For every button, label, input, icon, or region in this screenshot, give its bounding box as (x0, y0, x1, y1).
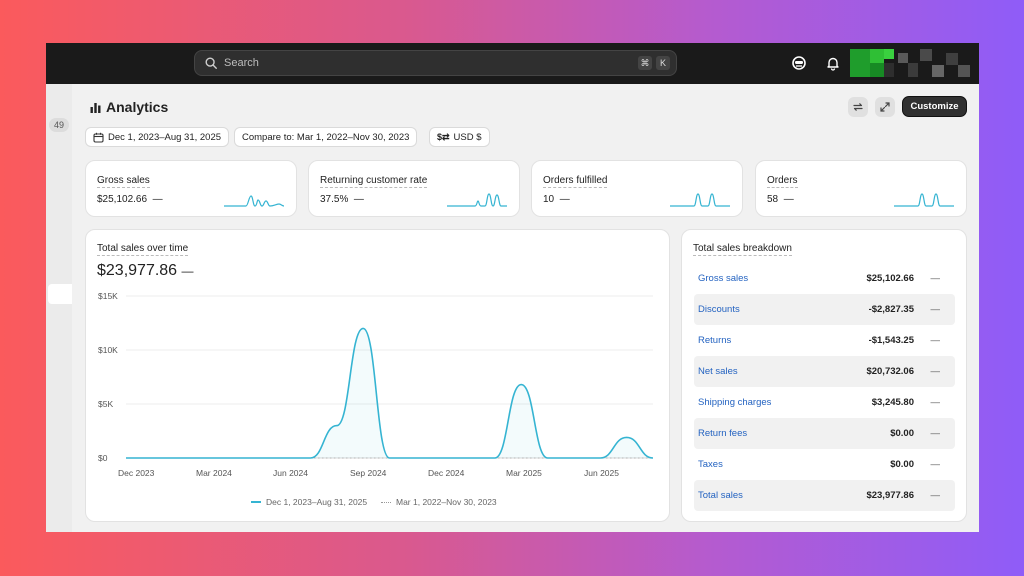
metric-card-orders-fulfilled[interactable]: Orders fulfilled 10 — (531, 160, 743, 217)
store-avatar[interactable] (850, 49, 972, 77)
breakdown-row-name[interactable]: Net sales (698, 366, 738, 377)
currency-label: USD $ (453, 131, 482, 143)
legend-item-current[interactable]: Dec 1, 2023–Aug 31, 2025 (251, 497, 367, 507)
calendar-icon (93, 132, 104, 143)
breakdown-row-name[interactable]: Return fees (698, 428, 747, 439)
refresh-button[interactable] (848, 97, 868, 117)
app-window: Search ⌘ K 49 Analytics Customize Dec 1,… (46, 43, 979, 532)
top-bar: Search ⌘ K (46, 43, 979, 84)
analytics-icon (90, 102, 101, 113)
expand-icon (880, 102, 890, 112)
breakdown-row-change: — (930, 273, 941, 284)
page-title-text: Analytics (106, 99, 169, 115)
command-key: ⌘ (638, 56, 652, 70)
breakdown-row-name[interactable]: Taxes (698, 459, 723, 470)
breakdown-row-name[interactable]: Returns (698, 335, 731, 346)
breakdown-row-change: — (930, 397, 941, 408)
metric-card-orders[interactable]: Orders 58 — (755, 160, 967, 217)
breakdown-row-value: $23,977.86 (866, 490, 914, 501)
metric-value: 58 — (767, 194, 794, 205)
breakdown-row[interactable]: Return fees $0.00 — (694, 418, 955, 449)
assistant-icon[interactable] (791, 55, 807, 71)
breakdown-row-value: $0.00 (890, 428, 914, 439)
x-tick-label: Jun 2024 (273, 468, 308, 478)
bell-icon[interactable] (825, 55, 841, 71)
breakdown-row[interactable]: Gross sales $25,102.66 — (694, 263, 955, 294)
left-rail: 49 (46, 84, 72, 532)
currency-icon: $⇄ (437, 131, 450, 142)
metric-label: Orders (767, 175, 798, 188)
x-tick-label: Dec 2024 (428, 468, 465, 478)
search-placeholder: Search (224, 57, 259, 69)
breakdown-row-value: $3,245.80 (871, 397, 914, 408)
rail-badge[interactable]: 49 (49, 118, 69, 132)
sparkline (224, 195, 284, 207)
date-range-picker[interactable]: Dec 1, 2023–Aug 31, 2025 (85, 127, 230, 147)
x-tick-label: Mar 2025 (506, 468, 542, 478)
metric-label: Gross sales (97, 175, 150, 188)
breakdown-row[interactable]: Taxes $0.00 — (694, 449, 955, 480)
legend-item-compare[interactable]: Mar 1, 2022–Nov 30, 2023 (381, 497, 497, 507)
date-range-label: Dec 1, 2023–Aug 31, 2025 (108, 131, 222, 143)
legend-label: Dec 1, 2023–Aug 31, 2025 (266, 497, 368, 507)
breakdown-title: Total sales breakdown (693, 243, 792, 256)
sales-area-fill (126, 328, 653, 458)
legend-swatch (381, 501, 391, 503)
legend-label: Mar 1, 2022–Nov 30, 2023 (396, 497, 497, 507)
breakdown-row-name[interactable]: Discounts (698, 304, 740, 315)
metric-value: $25,102.66 — (97, 194, 163, 205)
compare-label: Compare to: Mar 1, 2022–Nov 30, 2023 (242, 131, 410, 143)
breakdown-row-name[interactable]: Total sales (698, 490, 743, 501)
rail-selected-item[interactable] (48, 284, 72, 304)
customize-button[interactable]: Customize (902, 96, 967, 117)
currency-picker[interactable]: $⇄ USD $ (429, 127, 490, 147)
metric-label: Orders fulfilled (543, 175, 608, 188)
breakdown-row[interactable]: Total sales $23,977.86 — (694, 480, 955, 511)
breakdown-row-name[interactable]: Gross sales (698, 273, 748, 284)
breakdown-row-value: $0.00 (890, 459, 914, 470)
breakdown-row-name[interactable]: Shipping charges (698, 397, 771, 408)
fullscreen-button[interactable] (875, 97, 895, 117)
breakdown-row[interactable]: Net sales $20,732.06 — (694, 356, 955, 387)
compare-picker[interactable]: Compare to: Mar 1, 2022–Nov 30, 2023 (234, 127, 418, 147)
x-tick-label: Mar 2024 (196, 468, 232, 478)
breakdown-row-change: — (930, 459, 941, 470)
sales-line-chart (126, 295, 654, 459)
sparkline (447, 193, 507, 207)
search-icon (205, 57, 217, 69)
breakdown-row-value: -$1,543.25 (868, 335, 914, 346)
metric-value: 10 — (543, 194, 570, 205)
breakdown-row-value: $20,732.06 (866, 366, 914, 377)
breakdown-row-change: — (930, 490, 941, 501)
sales-chart-card: Total sales over time $23,977.86 — $15K … (85, 229, 670, 522)
metric-label: Returning customer rate (320, 175, 428, 188)
metric-value: 37.5% — (320, 194, 364, 205)
breakdown-row[interactable]: Returns -$1,543.25 — (694, 325, 955, 356)
metric-card-returning-rate[interactable]: Returning customer rate 37.5% — (308, 160, 520, 217)
breakdown-row-value: -$2,827.35 (868, 304, 914, 315)
sales-series-line (126, 327, 654, 459)
k-key: K (656, 56, 670, 70)
legend-swatch (251, 501, 261, 503)
metric-card-gross-sales[interactable]: Gross sales $25,102.66 — (85, 160, 297, 217)
breakdown-row-change: — (930, 335, 941, 346)
sparkline (670, 193, 730, 207)
x-tick-label: Dec 2023 (118, 468, 155, 478)
breakdown-row[interactable]: Shipping charges $3,245.80 — (694, 387, 955, 418)
search-input[interactable]: Search ⌘ K (194, 50, 677, 76)
x-tick-label: Jun 2025 (584, 468, 619, 478)
breakdown-row-change: — (930, 366, 941, 377)
x-tick-label: Sep 2024 (350, 468, 387, 478)
page-title: Analytics (90, 99, 168, 115)
refresh-icon (853, 103, 863, 111)
breakdown-row-value: $25,102.66 (866, 273, 914, 284)
breakdown-row[interactable]: Discounts -$2,827.35 — (694, 294, 955, 325)
sales-breakdown-card: Total sales breakdown Gross sales $25,102… (681, 229, 967, 522)
sparkline (894, 193, 954, 207)
breakdown-row-change: — (930, 304, 941, 315)
breakdown-row-change: — (930, 428, 941, 439)
